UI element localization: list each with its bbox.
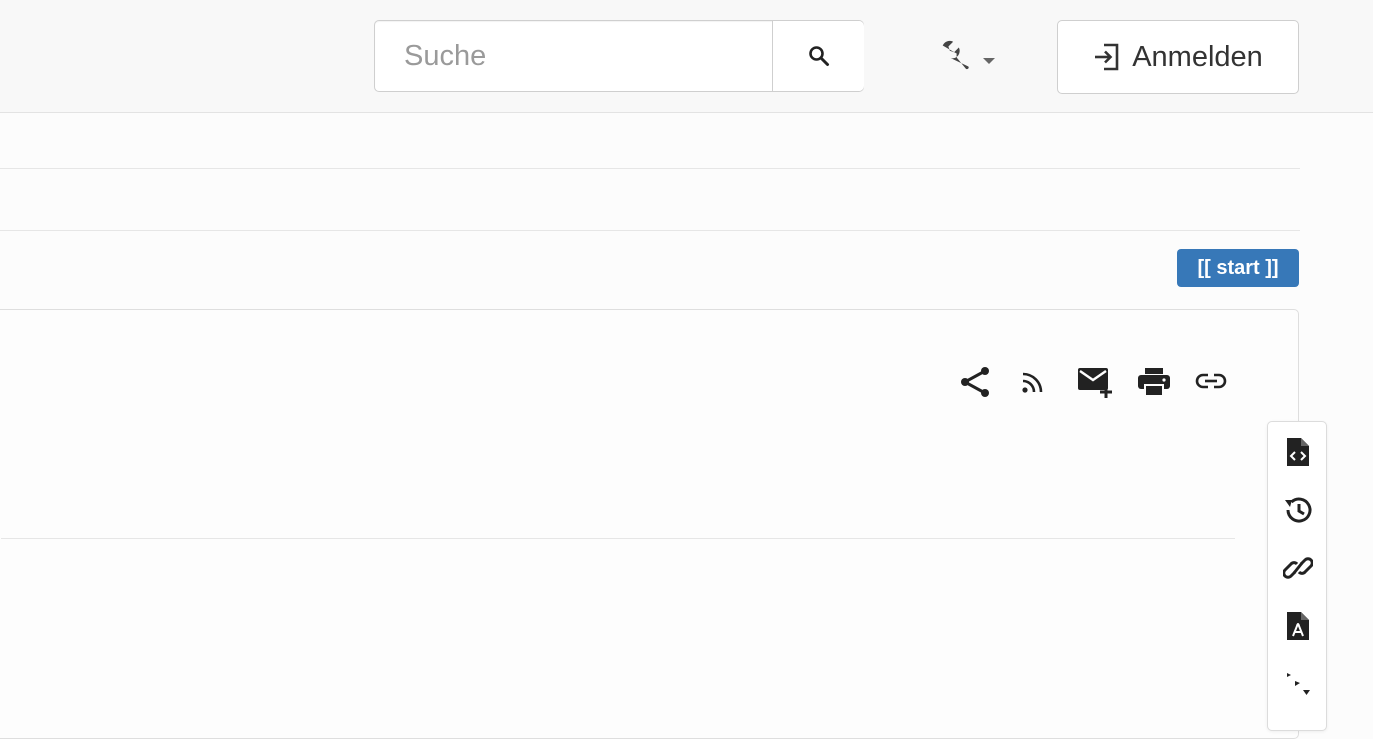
revisions-button[interactable]	[1282, 492, 1314, 528]
caret-down-icon	[983, 58, 995, 64]
email-subscribe-button[interactable]	[1075, 364, 1115, 400]
wrench-icon	[942, 40, 969, 70]
export-pdf-icon	[1287, 612, 1309, 640]
navbar: Anmelden	[0, 0, 1373, 113]
rss-feed-button[interactable]	[1017, 366, 1049, 398]
search-form	[374, 20, 864, 92]
print-button[interactable]	[1136, 364, 1172, 400]
backlinks-icon	[1283, 557, 1313, 579]
rss-feed-icon	[1022, 372, 1043, 393]
search-button[interactable]	[772, 21, 864, 91]
export-pdf-button[interactable]	[1282, 608, 1314, 644]
share-icon	[961, 367, 989, 397]
email-plus-icon	[1078, 368, 1112, 398]
backlinks-button[interactable]	[1282, 550, 1314, 586]
login-label: Anmelden	[1132, 40, 1263, 73]
back-to-top-icon	[1287, 673, 1310, 695]
printer-icon	[1138, 368, 1170, 397]
divider	[1, 538, 1235, 539]
search-input[interactable]	[375, 21, 772, 91]
show-source-button[interactable]	[1282, 434, 1314, 470]
share-button[interactable]	[957, 364, 993, 400]
divider	[0, 168, 1300, 169]
show-source-icon	[1287, 438, 1309, 466]
permalink-button[interactable]	[1194, 366, 1228, 396]
tools-dropdown-button[interactable]	[925, 30, 1009, 84]
page-id-badge[interactable]: [[ start ]]	[1177, 249, 1299, 287]
divider	[0, 230, 1300, 231]
permalink-icon	[1195, 373, 1227, 389]
page-side-toolbar	[1267, 421, 1327, 731]
revisions-history-icon	[1285, 497, 1312, 523]
magnifier-icon	[808, 46, 829, 66]
login-button[interactable]: Anmelden	[1057, 20, 1299, 94]
sign-in-icon	[1095, 43, 1119, 71]
back-to-top-button[interactable]	[1282, 666, 1314, 702]
